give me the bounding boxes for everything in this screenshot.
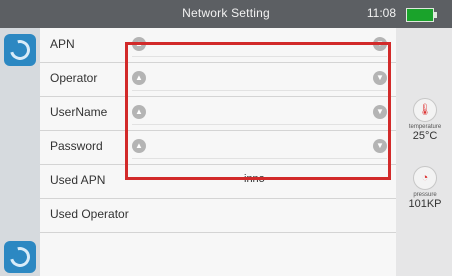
pressure-gauge-icon: ◔	[413, 166, 437, 190]
sync-icon[interactable]	[4, 241, 36, 273]
password-label: Password	[50, 139, 103, 153]
left-nav	[0, 28, 40, 276]
thermometer-icon: 🌡	[413, 98, 437, 122]
row-apn: APN ▲ ▼	[40, 28, 396, 63]
status-bar: Network Setting 11:08	[0, 0, 452, 28]
apn-label: APN	[50, 37, 75, 51]
temperature-widget: 🌡 temperature 25°C	[402, 98, 448, 142]
used-apn-label: Used APN	[50, 173, 106, 187]
settings-panel: APN ▲ ▼ Operator ▲ ▼ UserName ▲ ▼ Passwo…	[40, 28, 396, 276]
chevron-down-icon[interactable]: ▼	[373, 37, 387, 51]
sensor-panel: 🌡 temperature 25°C ◔ pressure 101KP	[396, 28, 452, 276]
refresh-icon[interactable]	[4, 34, 36, 66]
username-dropdown[interactable]: ▲ ▼	[132, 102, 387, 125]
used-operator-label: Used Operator	[50, 207, 129, 221]
chevron-down-icon[interactable]: ▼	[373, 105, 387, 119]
clock: 11:08	[366, 6, 396, 20]
row-used-apn: Used APN inno	[40, 164, 396, 199]
chevron-up-icon[interactable]: ▲	[132, 139, 146, 153]
username-label: UserName	[50, 105, 108, 119]
sync-glyph	[6, 243, 34, 271]
operator-dropdown[interactable]: ▲ ▼	[132, 68, 387, 91]
refresh-glyph	[6, 36, 34, 64]
pressure-value: 101KP	[408, 198, 442, 210]
operator-label: Operator	[50, 71, 98, 85]
chevron-up-icon[interactable]: ▲	[132, 71, 146, 85]
row-operator: Operator ▲ ▼	[40, 62, 396, 97]
temperature-value: 25°C	[412, 130, 438, 142]
chevron-down-icon[interactable]: ▼	[373, 71, 387, 85]
battery-icon	[406, 8, 437, 22]
password-dropdown[interactable]: ▲ ▼	[132, 136, 387, 159]
row-password: Password ▲ ▼	[40, 130, 396, 165]
row-username: UserName ▲ ▼	[40, 96, 396, 131]
chevron-up-icon[interactable]: ▲	[132, 37, 146, 51]
chevron-up-icon[interactable]: ▲	[132, 105, 146, 119]
apn-dropdown[interactable]: ▲ ▼	[132, 34, 387, 57]
used-apn-value: inno	[244, 173, 265, 185]
chevron-down-icon[interactable]: ▼	[373, 139, 387, 153]
pressure-widget: ◔ pressure 101KP	[402, 166, 448, 210]
row-used-operator: Used Operator	[40, 198, 396, 233]
